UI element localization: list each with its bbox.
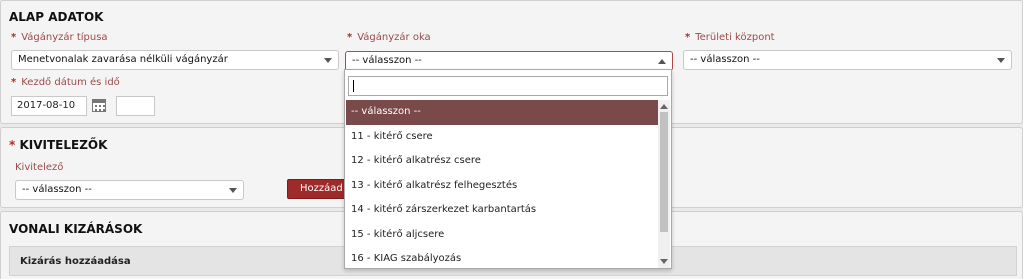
chevron-down-icon	[997, 58, 1005, 63]
vonali-kizarasok-title: VONALI KIZÁRÁSOK	[9, 222, 143, 236]
dropdown-option[interactable]: 15 - kitérő aljcsere	[346, 223, 659, 248]
scrollbar-thumb[interactable]	[660, 112, 668, 232]
dropdown-option[interactable]: 16 - KIAG szabályozás	[346, 247, 659, 268]
chevron-down-icon	[324, 58, 332, 63]
kizaras-hozzaadasa-label: Kizárás hozzáadása	[20, 256, 131, 267]
alap-adatok-title: ALAP ADATOK	[9, 10, 104, 24]
vaganyzar-tipusa-label: * Vágányzár típusa	[11, 32, 108, 43]
vaganyzar-oka-select[interactable]: -- válasszon --	[345, 51, 673, 71]
kivitelezok-title: * KIVITELEZŐK	[9, 138, 108, 152]
kivitelezo-label: Kivitelező	[15, 162, 64, 173]
required-marker: *	[9, 138, 16, 152]
chevron-up-icon	[658, 59, 666, 64]
dropdown-search-input[interactable]	[348, 76, 668, 96]
vaganyzar-tipusa-value: Menetvonalak zavarása nélküli vágányzár	[18, 54, 228, 65]
dropdown-option[interactable]: 14 - kitérő zárszerkezet karbantartás	[346, 198, 659, 223]
kivitelezo-value: -- válasszon --	[22, 184, 92, 195]
required-marker: *	[11, 32, 17, 43]
dropdown-scrollbar[interactable]	[658, 100, 670, 268]
teruleti-kozpont-select[interactable]: -- válasszon --	[683, 50, 1012, 70]
dropdown-options-list: -- válasszon -- 11 - kitérő csere 12 - k…	[346, 100, 659, 268]
vaganyzar-tipusa-select[interactable]: Menetvonalak zavarása nélküli vágányzár	[11, 50, 339, 70]
kivitelezo-select[interactable]: -- válasszon --	[15, 180, 244, 200]
kezdo-datum-input[interactable]: 2017-08-10	[11, 96, 87, 116]
vaganyzar-oka-label: * Vágányzár oka	[347, 32, 431, 43]
scroll-up-arrow-icon[interactable]	[660, 104, 668, 109]
dropdown-option[interactable]: -- válasszon --	[346, 100, 659, 125]
chevron-down-icon	[229, 188, 237, 193]
required-marker: *	[685, 32, 691, 43]
scroll-down-arrow-icon[interactable]	[660, 259, 668, 264]
teruleti-kozpont-label: * Területi központ	[685, 32, 775, 43]
dropdown-option[interactable]: 12 - kitérő alkatrész csere	[346, 149, 659, 174]
vaganyzar-oka-dropdown: -- válasszon -- 11 - kitérő csere 12 - k…	[344, 69, 672, 269]
kezdo-ido-input[interactable]	[116, 96, 155, 116]
teruleti-kozpont-value: -- válasszon --	[690, 54, 760, 65]
text-caret	[353, 80, 354, 92]
required-marker: *	[11, 77, 17, 88]
kezdo-datum-label: * Kezdő dátum és idő	[11, 77, 120, 88]
hozzaad-button[interactable]: Hozzáad	[287, 179, 347, 199]
vaganyzar-oka-value: -- válasszon --	[352, 55, 422, 66]
required-marker: *	[347, 32, 353, 43]
dropdown-option[interactable]: 13 - kitérő alkatrész felhegesztés	[346, 174, 659, 199]
dropdown-option[interactable]: 11 - kitérő csere	[346, 125, 659, 150]
calendar-icon[interactable]	[92, 99, 106, 112]
